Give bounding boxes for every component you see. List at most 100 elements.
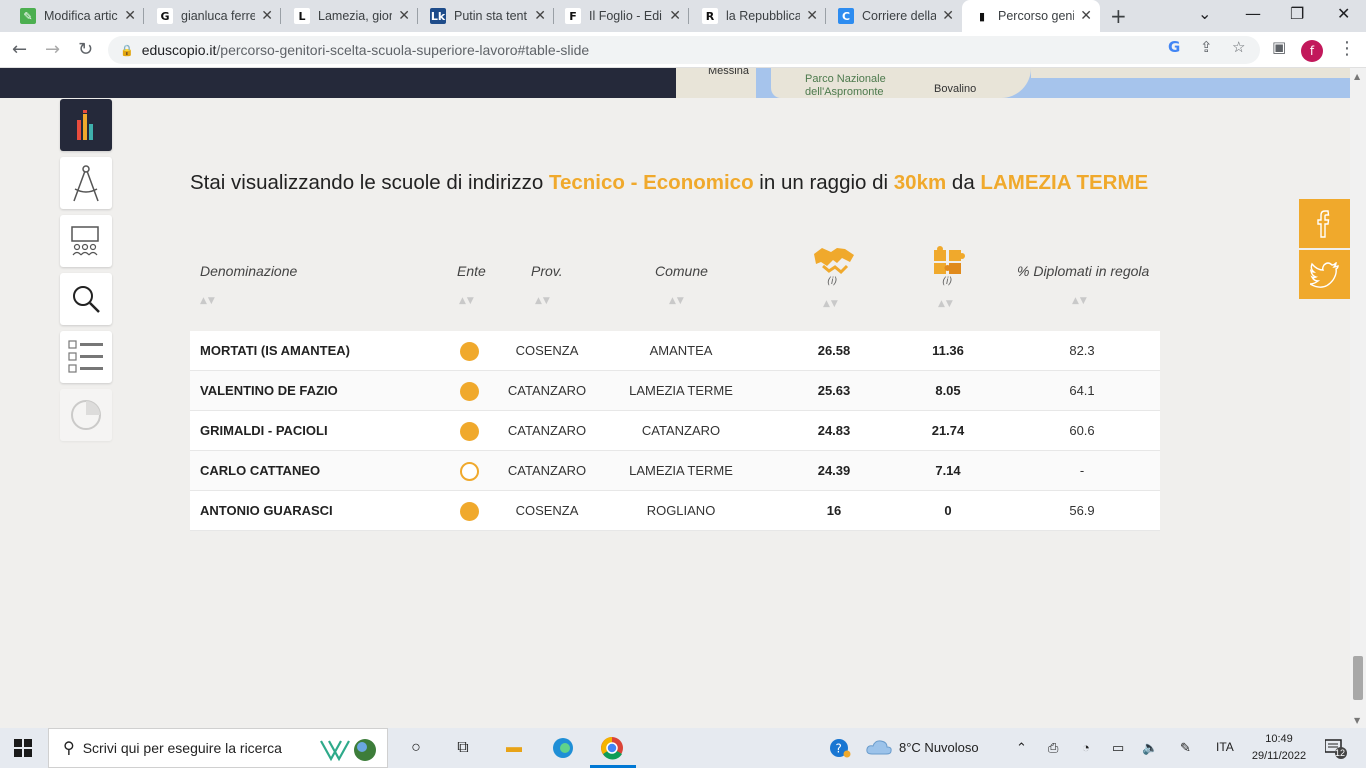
task-view-icon[interactable]: ⧉ bbox=[451, 736, 475, 760]
school-name[interactable]: MORTATI (IS AMANTEA) bbox=[200, 331, 350, 371]
school-name[interactable]: VALENTINO DE FAZIO bbox=[200, 371, 338, 411]
cortana-icon[interactable]: ○ bbox=[404, 736, 428, 760]
scroll-down-icon[interactable]: ▼ bbox=[1354, 716, 1360, 725]
school-value-puzzle: 0 bbox=[944, 503, 952, 518]
svg-text:?: ? bbox=[836, 742, 842, 756]
school-name[interactable]: GRIMALDI - PACIOLI bbox=[200, 411, 328, 451]
school-name[interactable]: ANTONIO GUARASCI bbox=[200, 491, 333, 531]
info-puzzle[interactable]: (i) bbox=[942, 276, 953, 287]
browser-tab-2[interactable]: L Lamezia, gior ✕ bbox=[282, 0, 418, 32]
school-value-puzzle: 7.14 bbox=[935, 463, 961, 478]
file-explorer-icon[interactable]: ▬ bbox=[502, 736, 526, 760]
page-scrollbar[interactable]: ▲ ▼ bbox=[1350, 68, 1366, 728]
school-comune: ROGLIANO bbox=[646, 503, 716, 518]
share-icon[interactable]: ⇪ bbox=[1200, 38, 1213, 56]
tab-favicon-icon: ▮ bbox=[974, 8, 990, 24]
volume-icon[interactable]: 🔈 bbox=[1142, 740, 1158, 756]
close-window-button[interactable]: ✕ bbox=[1337, 4, 1350, 23]
twitter-share-button[interactable] bbox=[1299, 250, 1350, 299]
table-row[interactable]: VALENTINO DE FAZIO CATANZARO LAMEZIA TERME… bbox=[190, 371, 1160, 411]
pen-icon[interactable]: ✎ bbox=[1180, 740, 1191, 756]
header-denominazione[interactable]: Denominazione bbox=[200, 263, 297, 279]
school-value-puzzle: 8.05 bbox=[935, 383, 961, 398]
browser-tab-4[interactable]: F Il Foglio - Edi ✕ bbox=[553, 0, 689, 32]
bookmark-star-icon[interactable]: ☆ bbox=[1232, 38, 1245, 56]
chrome-icon[interactable] bbox=[600, 736, 624, 760]
table-row[interactable]: ANTONIO GUARASCI COSENZA ROGLIANO 16 0 56.9 bbox=[190, 491, 1160, 531]
header-comune[interactable]: Comune bbox=[655, 263, 708, 279]
browser-tab-7[interactable]: ▮ Percorso geni ✕ bbox=[962, 0, 1100, 32]
tray-expand-icon[interactable]: ⌃ bbox=[1016, 740, 1027, 756]
side-menu-chart[interactable] bbox=[60, 99, 112, 151]
side-menu-compass[interactable] bbox=[60, 157, 112, 209]
scroll-up-icon[interactable]: ▲ bbox=[1354, 72, 1360, 81]
tab-close-icon[interactable]: ✕ bbox=[261, 8, 273, 24]
browser-tab-6[interactable]: C Corriere della ✕ bbox=[826, 0, 962, 32]
tab-close-icon[interactable]: ✕ bbox=[806, 8, 818, 24]
sort-ente-icon[interactable]: ▲▼ bbox=[459, 296, 475, 306]
browser-tab-1[interactable]: Ggianluca ferre ✕ bbox=[145, 0, 281, 32]
forward-arrow-icon[interactable]: → bbox=[45, 39, 60, 60]
header-ente[interactable]: Ente bbox=[457, 263, 486, 279]
tab-close-icon[interactable]: ✕ bbox=[942, 8, 954, 24]
profile-avatar[interactable]: f bbox=[1301, 40, 1323, 62]
handshake-column-header[interactable] bbox=[813, 244, 855, 279]
scroll-thumb[interactable] bbox=[1353, 656, 1363, 700]
sort-handshake-icon[interactable]: ▲▼ bbox=[823, 299, 839, 309]
windows-start-icon[interactable] bbox=[14, 739, 32, 760]
help-icon[interactable]: ? bbox=[829, 738, 851, 761]
side-menu-list[interactable] bbox=[60, 331, 112, 383]
lock-icon[interactable]: 🔒 bbox=[120, 44, 134, 57]
google-translate-icon[interactable]: G bbox=[1168, 38, 1180, 56]
sort-puzzle-icon[interactable]: ▲▼ bbox=[938, 299, 954, 309]
side-panel-icon[interactable]: ▣ bbox=[1272, 38, 1286, 56]
back-arrow-icon[interactable]: ← bbox=[12, 39, 27, 60]
table-row[interactable]: CARLO CATTANEO CATANZARO LAMEZIA TERME 24.3… bbox=[190, 451, 1160, 491]
school-value-handshake: 25.63 bbox=[817, 383, 851, 398]
tab-close-icon[interactable]: ✕ bbox=[124, 8, 136, 24]
table-row[interactable]: GRIMALDI - PACIOLI CATANZARO CATANZARO 24.8… bbox=[190, 411, 1160, 451]
map-strip[interactable]: Messina Parco Nazionale dell'Aspromonte … bbox=[676, 68, 1350, 98]
battery-icon[interactable]: ▭ bbox=[1112, 740, 1124, 756]
browser-tab-3[interactable]: Lk Putin sta tent ✕ bbox=[418, 0, 554, 32]
browser-tab-5[interactable]: Rla Repubblica ✕ bbox=[690, 0, 826, 32]
puzzle-column-header[interactable] bbox=[932, 244, 966, 279]
address-bar[interactable]: 🔒 eduscopio.it/percorso-genitori-scelta-… bbox=[108, 36, 1260, 64]
heading-citta: LAMEZIA TERME bbox=[980, 171, 1149, 194]
header-diplomati[interactable]: % Diplomati in regola bbox=[1017, 263, 1149, 279]
sort-denominazione-icon[interactable]: ▲▼ bbox=[200, 296, 216, 306]
new-tab-button[interactable]: + bbox=[1110, 4, 1127, 28]
facebook-share-button[interactable] bbox=[1299, 199, 1350, 248]
table-row[interactable]: MORTATI (IS AMANTEA) COSENZA AMANTEA 26.58 1… bbox=[190, 331, 1160, 371]
tab-close-icon[interactable]: ✕ bbox=[1080, 8, 1092, 24]
school-name[interactable]: CARLO CATTANEO bbox=[200, 451, 320, 491]
side-menu-classroom[interactable] bbox=[60, 215, 112, 267]
reload-icon[interactable]: ↻ bbox=[78, 39, 93, 60]
network-icon[interactable]: ◔ bbox=[1082, 740, 1090, 755]
restore-button[interactable]: ❐ bbox=[1290, 4, 1304, 23]
school-diplomati-pct: 82.3 bbox=[1069, 343, 1095, 358]
browser-menu-icon[interactable]: ⋮ bbox=[1338, 38, 1356, 59]
taskbar-search-box[interactable]: ⚲ Scrivi qui per eseguire la ricerca bbox=[48, 728, 388, 768]
tab-favicon-icon: C bbox=[838, 8, 854, 24]
sort-prov-icon[interactable]: ▲▼ bbox=[535, 296, 551, 306]
weather-cloud-icon[interactable] bbox=[866, 739, 892, 758]
browser-tab-0[interactable]: ✎ Modifica artic ✕ bbox=[8, 0, 144, 32]
tab-close-icon[interactable]: ✕ bbox=[398, 8, 410, 24]
header-prov[interactable]: Prov. bbox=[531, 263, 563, 279]
taskbar-clock[interactable]: 10:49 29/11/2022 bbox=[1244, 731, 1314, 765]
tab-favicon-icon: ✎ bbox=[20, 8, 36, 24]
info-handshake[interactable]: (i) bbox=[827, 276, 838, 287]
minimize-button[interactable]: — bbox=[1245, 4, 1261, 23]
sort-diplomati-icon[interactable]: ▲▼ bbox=[1072, 296, 1088, 306]
webcam-icon[interactable]: ⎙ bbox=[1048, 740, 1058, 756]
sort-comune-icon[interactable]: ▲▼ bbox=[669, 296, 685, 306]
language-indicator[interactable]: ITA bbox=[1216, 740, 1234, 754]
edge-icon[interactable] bbox=[551, 736, 575, 760]
tab-close-icon[interactable]: ✕ bbox=[534, 8, 546, 24]
weather-text[interactable]: 8°C Nuvoloso bbox=[899, 740, 979, 755]
tab-search-icon[interactable]: ⌄ bbox=[1198, 4, 1211, 23]
tab-close-icon[interactable]: ✕ bbox=[669, 8, 681, 24]
side-menu-search[interactable] bbox=[60, 273, 112, 325]
side-menu-pie[interactable] bbox=[60, 389, 112, 441]
